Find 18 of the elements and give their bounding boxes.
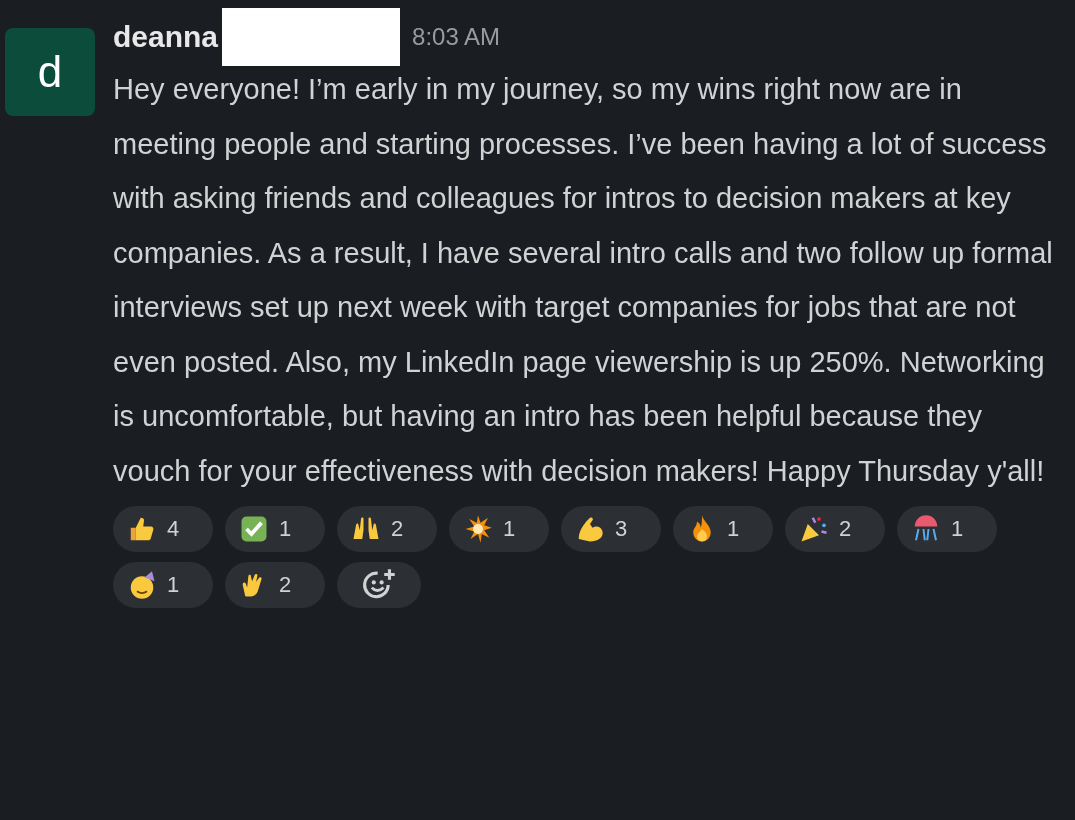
avatar-letter: d (37, 47, 63, 97)
reaction-button[interactable]: 3 (561, 506, 661, 552)
party-popper-icon (799, 514, 829, 544)
reaction-button[interactable]: 1 (113, 562, 213, 608)
reaction-button[interactable]: 4 (113, 506, 213, 552)
user-avatar[interactable]: d (5, 28, 95, 116)
reaction-button[interactable]: 2 (337, 506, 437, 552)
reaction-button[interactable]: 1 (897, 506, 997, 552)
message-text: Hey everyone! I’m early in my journey, so my wins right now are in meeting people and starting processes. I’ve been having a lot of success with asking friends and colleagues for intros to decision makers at key companies. As a result, I have several intro calls and two follow up formal interviews set up next week with target companies for jobs that are not even posted. Also, my LinkedIn page viewership is up 250%. Networking is uncomfortable, but having an intro has been helpful because they vouch for your effectiveness with decision makers! Happy Thursday y'all! (113, 72, 1054, 489)
reaction-button[interactable]: 1 (225, 506, 325, 552)
author-name[interactable]: deanna (113, 20, 219, 54)
reaction-button[interactable]: 2 (225, 562, 325, 608)
timestamp[interactable]: 8:03 AM (412, 23, 501, 51)
reaction-button[interactable]: 1 (449, 506, 549, 552)
reaction-button[interactable]: 2 (785, 506, 885, 552)
reaction-button[interactable]: 1 (673, 506, 773, 552)
check-mark-icon (239, 514, 269, 544)
add-reaction-button[interactable] (337, 562, 421, 608)
